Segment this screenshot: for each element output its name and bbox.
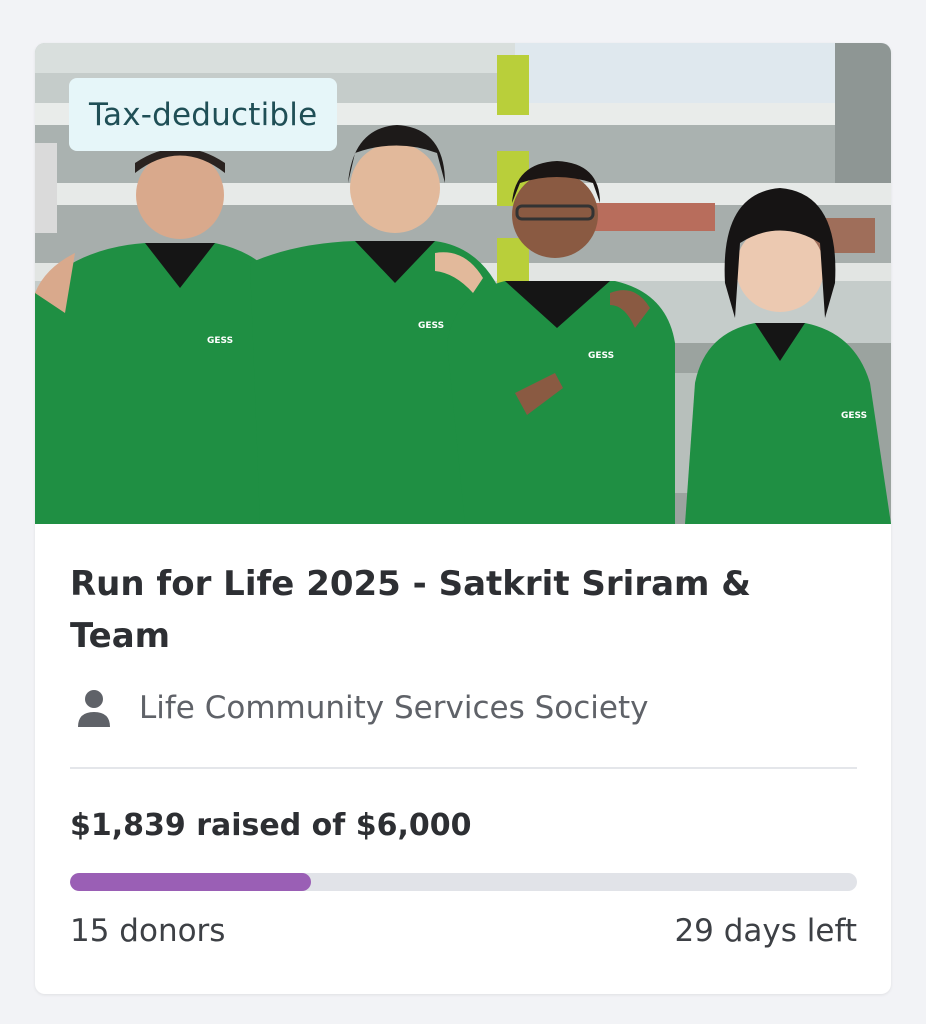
organizer-row[interactable]: Life Community Services Society: [77, 683, 648, 733]
days-left: 29 days left: [674, 913, 857, 949]
fundraising-progress-bar: [70, 873, 857, 891]
progress-fill: [70, 873, 312, 891]
raised-amount: $1,839 raised of $6,000: [70, 808, 472, 843]
donor-count: 15 donors: [70, 913, 226, 949]
organizer-name[interactable]: Life Community Services Society: [139, 690, 648, 726]
campaign-title[interactable]: Run for Life 2025 - Satkrit Sriram & Tea…: [70, 558, 830, 662]
divider: [70, 767, 857, 769]
shirt-logo-text: GESS: [418, 321, 444, 331]
shirt-logo-text: GESS: [588, 351, 614, 361]
person-icon: [78, 690, 110, 727]
campaign-card[interactable]: GESS GESS GESS GESS Tax-deductible Run f…: [35, 43, 891, 994]
shirt-logo-text: GESS: [207, 336, 233, 346]
tax-deductible-badge: Tax-deductible: [69, 78, 338, 151]
campaign-photo[interactable]: GESS GESS GESS GESS Tax-deductible: [35, 43, 891, 524]
shirt-logo-text: GESS: [841, 411, 867, 421]
